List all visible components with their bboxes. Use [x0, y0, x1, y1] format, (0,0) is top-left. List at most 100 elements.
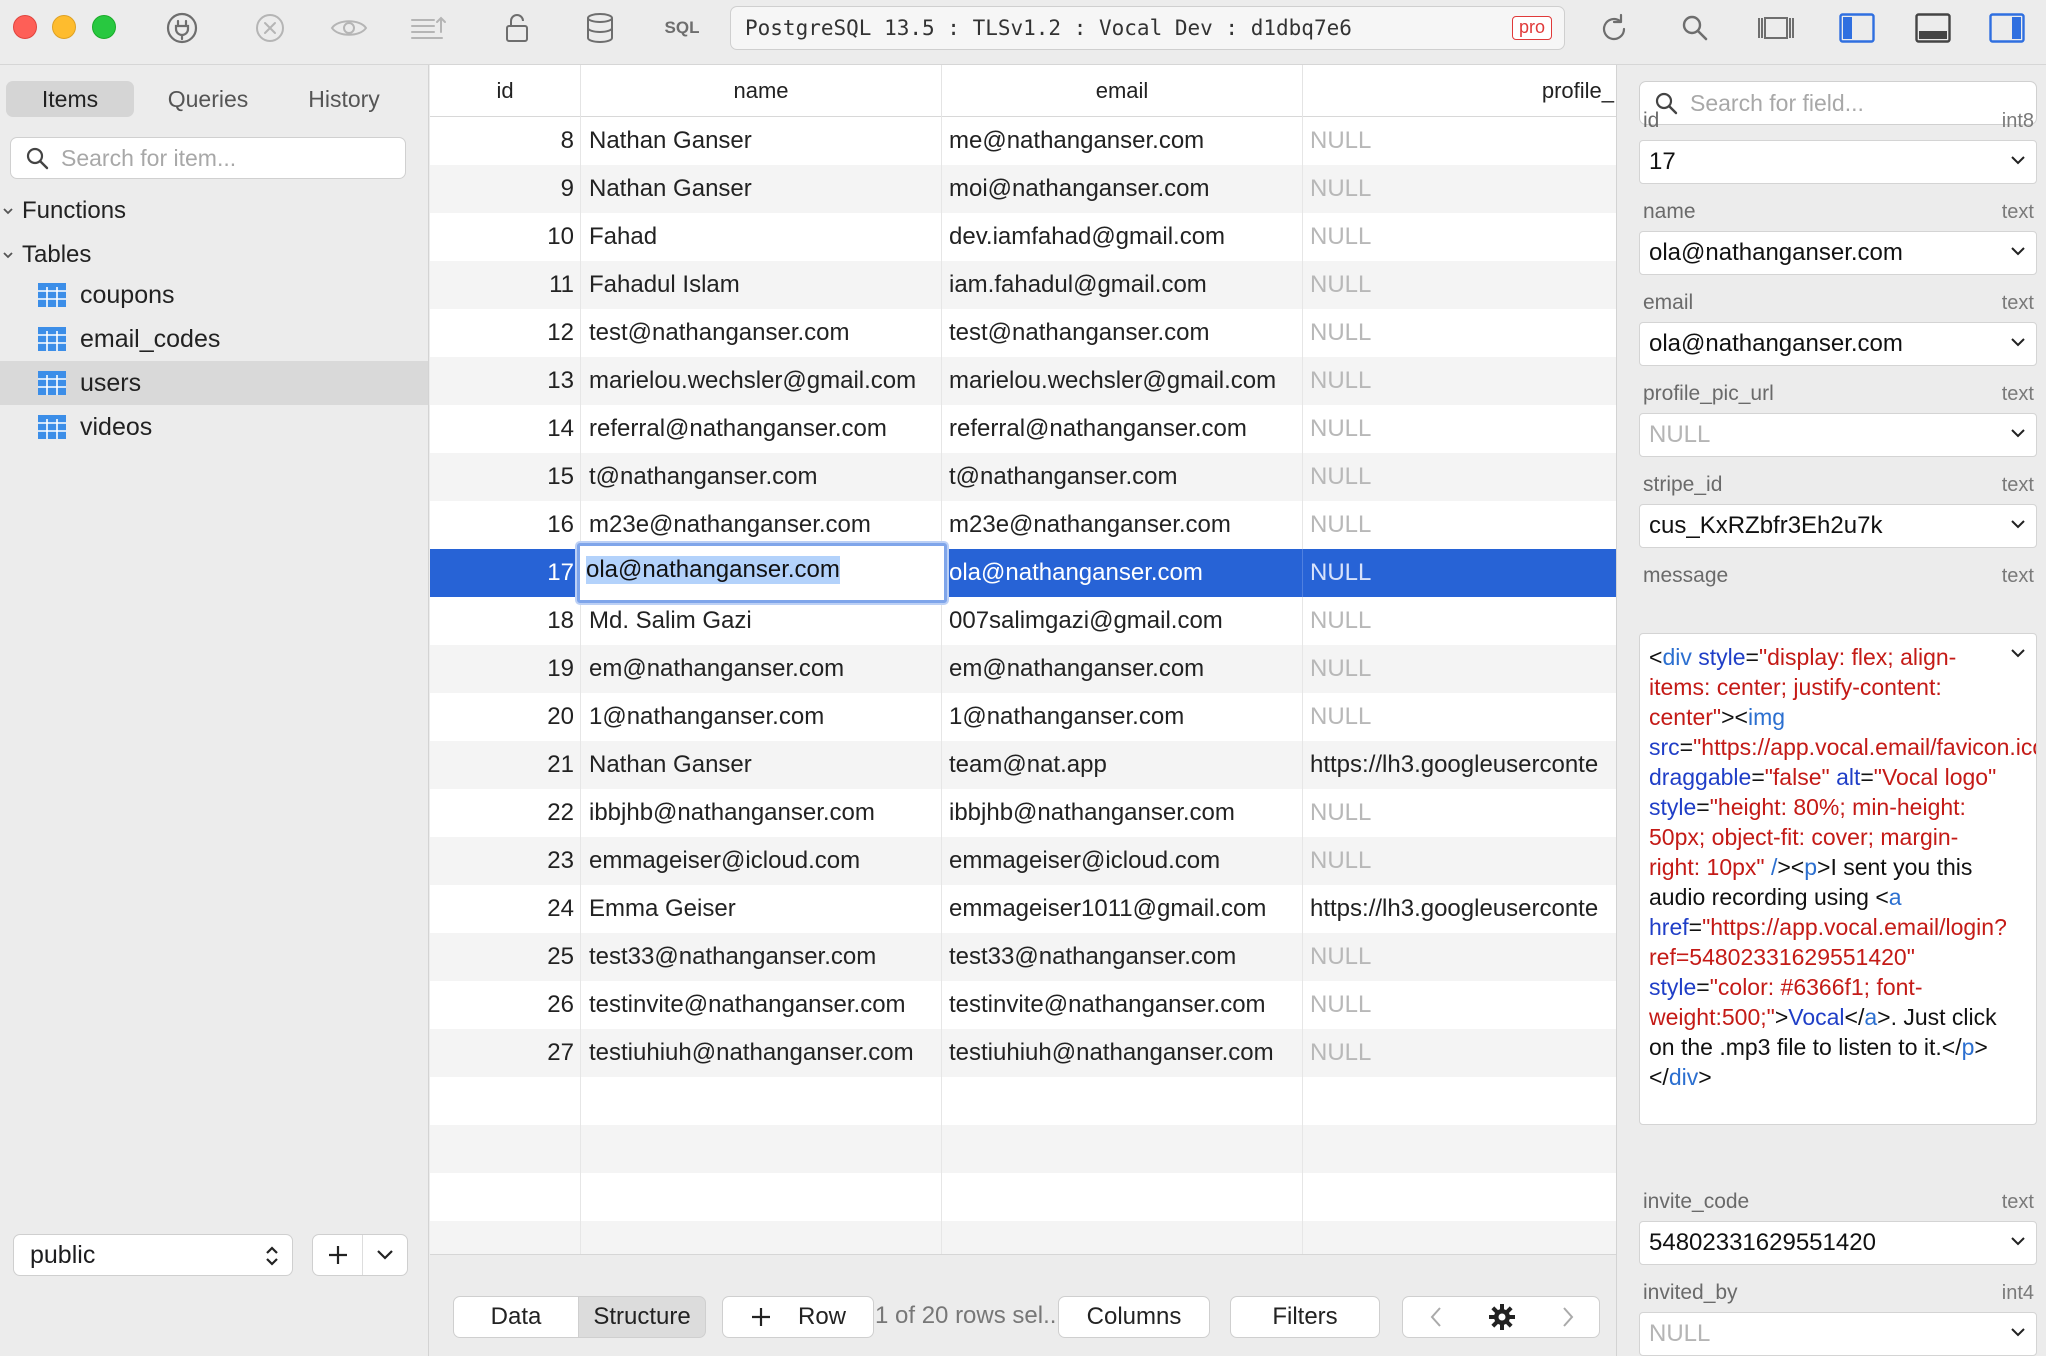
next-page-button[interactable]: [1535, 1297, 1601, 1337]
sidebar-item-coupons[interactable]: coupons: [0, 273, 428, 317]
cell-email[interactable]: [942, 1077, 1303, 1125]
lock-icon[interactable]: [500, 10, 534, 46]
column-header-name[interactable]: name: [581, 65, 942, 117]
cell-profile[interactable]: NULL: [1303, 453, 1616, 501]
cell-name[interactable]: Nathan Ganser: [581, 165, 942, 213]
field-search-field[interactable]: [1639, 81, 2037, 125]
functions-group[interactable]: Functions: [0, 191, 126, 231]
cell-profile[interactable]: NULL: [1303, 165, 1616, 213]
cell-name[interactable]: m23e@nathanganser.com: [581, 501, 942, 549]
field-value-id[interactable]: 17: [1639, 140, 2037, 184]
cell-id[interactable]: 16: [430, 501, 581, 549]
cell-name[interactable]: referral@nathanganser.com: [581, 405, 942, 453]
cell-name[interactable]: test33@nathanganser.com: [581, 933, 942, 981]
cell-name[interactable]: [581, 1077, 942, 1125]
export-list-icon[interactable]: [408, 10, 450, 46]
cell-id[interactable]: 10: [430, 213, 581, 261]
schema-select[interactable]: public: [13, 1234, 293, 1276]
cell-id[interactable]: 15: [430, 453, 581, 501]
tab-queries[interactable]: Queries: [148, 81, 268, 117]
table-row[interactable]: 15 t@nathanganser.com t@nathanganser.com NU…: [430, 453, 1616, 501]
cell-profile[interactable]: NULL: [1303, 1029, 1616, 1077]
data-grid[interactable]: id name email profile_ 8 Nathan Ganser me@…: [430, 65, 1616, 1254]
minimize-window-button[interactable]: [52, 15, 76, 39]
cell-email[interactable]: ola@nathanganser.com: [942, 549, 1303, 597]
cell-profile[interactable]: NULL: [1303, 405, 1616, 453]
table-row[interactable]: 12 test@nathanganser.com test@nathanganser…: [430, 309, 1616, 357]
cell-name[interactable]: Nathan Ganser: [581, 741, 942, 789]
cell-profile[interactable]: [1303, 1173, 1616, 1221]
cell-name[interactable]: Fahadul Islam: [581, 261, 942, 309]
item-search-field[interactable]: [10, 137, 406, 179]
cell-email[interactable]: test@nathanganser.com: [942, 309, 1303, 357]
cell-id[interactable]: 9: [430, 165, 581, 213]
cell-name[interactable]: [581, 1221, 942, 1254]
cell-id[interactable]: 13: [430, 357, 581, 405]
table-row[interactable]: 20 1@nathanganser.com 1@nathanganser.com NU…: [430, 693, 1616, 741]
cell-id[interactable]: 14: [430, 405, 581, 453]
cell-profile[interactable]: NULL: [1303, 789, 1616, 837]
cell-id[interactable]: 12: [430, 309, 581, 357]
field-value-invited-by[interactable]: NULL: [1639, 1312, 2037, 1356]
cell-profile[interactable]: NULL: [1303, 645, 1616, 693]
table-row[interactable]: 22 ibbjhb@nathanganser.com ibbjhb@nathanga…: [430, 789, 1616, 837]
cell-email[interactable]: emmageiser1011@gmail.com: [942, 885, 1303, 933]
cell-name[interactable]: testinvite@nathanganser.com: [581, 981, 942, 1029]
cell-name[interactable]: em@nathanganser.com: [581, 645, 942, 693]
toggle-left-sidebar-icon[interactable]: [1838, 10, 1876, 46]
add-item-button[interactable]: [313, 1235, 363, 1275]
cell-name[interactable]: marielou.wechsler@gmail.com: [581, 357, 942, 405]
tab-history[interactable]: History: [284, 81, 404, 117]
field-search-input[interactable]: [1690, 89, 2036, 117]
structure-tab-button[interactable]: Structure: [578, 1296, 706, 1338]
cell-name[interactable]: test@nathanganser.com: [581, 309, 942, 357]
cell-email[interactable]: marielou.wechsler@gmail.com: [942, 357, 1303, 405]
sidebar-item-email-codes[interactable]: email_codes: [0, 317, 428, 361]
empty-row[interactable]: [430, 1221, 1616, 1254]
table-row[interactable]: 24 Emma Geiser emmageiser1011@gmail.com htt…: [430, 885, 1616, 933]
cell-email[interactable]: me@nathanganser.com: [942, 117, 1303, 165]
add-row-button[interactable]: Row: [722, 1296, 874, 1338]
cell-profile[interactable]: NULL: [1303, 597, 1616, 645]
cell-profile[interactable]: NULL: [1303, 837, 1616, 885]
cell-email[interactable]: testinvite@nathanganser.com: [942, 981, 1303, 1029]
cell-email[interactable]: [942, 1125, 1303, 1173]
cell-id[interactable]: 11: [430, 261, 581, 309]
zoom-window-button[interactable]: [92, 15, 116, 39]
data-tab-button[interactable]: Data: [453, 1296, 579, 1338]
table-row[interactable]: 21 Nathan Ganser team@nat.app https://lh3.g…: [430, 741, 1616, 789]
cell-id[interactable]: [430, 1221, 581, 1254]
filters-button[interactable]: Filters: [1230, 1296, 1380, 1338]
cell-profile[interactable]: NULL: [1303, 357, 1616, 405]
cell-name[interactable]: ibbjhb@nathanganser.com: [581, 789, 942, 837]
refresh-icon[interactable]: [1596, 10, 1632, 46]
close-window-button[interactable]: [13, 15, 37, 39]
sidebar-item-videos[interactable]: videos: [0, 405, 428, 449]
table-row[interactable]: 25 test33@nathanganser.com test33@nathanga…: [430, 933, 1616, 981]
cell-profile[interactable]: NULL: [1303, 309, 1616, 357]
cell-name[interactable]: testiuhiuh@nathanganser.com: [581, 1029, 942, 1077]
cell-email[interactable]: moi@nathanganser.com: [942, 165, 1303, 213]
cell-profile[interactable]: https://lh3.googleuserconte: [1303, 885, 1616, 933]
cell-name[interactable]: Emma Geiser: [581, 885, 942, 933]
cell-email[interactable]: ibbjhb@nathanganser.com: [942, 789, 1303, 837]
field-value-stripe-id[interactable]: cus_KxRZbfr3Eh2u7k: [1639, 504, 2037, 548]
table-row[interactable]: 16 m23e@nathanganser.com m23e@nathanganser…: [430, 501, 1616, 549]
empty-row[interactable]: [430, 1077, 1616, 1125]
cell-name[interactable]: [581, 1173, 942, 1221]
cell-email[interactable]: 007salimgazi@gmail.com: [942, 597, 1303, 645]
cell-id[interactable]: 21: [430, 741, 581, 789]
cell-email[interactable]: test33@nathanganser.com: [942, 933, 1303, 981]
cell-email[interactable]: iam.fahadul@gmail.com: [942, 261, 1303, 309]
empty-row[interactable]: [430, 1173, 1616, 1221]
cell-profile[interactable]: NULL: [1303, 501, 1616, 549]
cell-email[interactable]: t@nathanganser.com: [942, 453, 1303, 501]
cell-name[interactable]: 1@nathanganser.com: [581, 693, 942, 741]
cell-id[interactable]: 27: [430, 1029, 581, 1077]
table-row[interactable]: 8 Nathan Ganser me@nathanganser.com NULL: [430, 117, 1616, 165]
field-value-email[interactable]: ola@nathanganser.com: [1639, 322, 2037, 366]
toggle-right-sidebar-icon[interactable]: [1988, 10, 2026, 46]
field-value-invite-code[interactable]: 54802331629551420: [1639, 1221, 2037, 1265]
cell-email[interactable]: 1@nathanganser.com: [942, 693, 1303, 741]
cell-email[interactable]: [942, 1221, 1303, 1254]
